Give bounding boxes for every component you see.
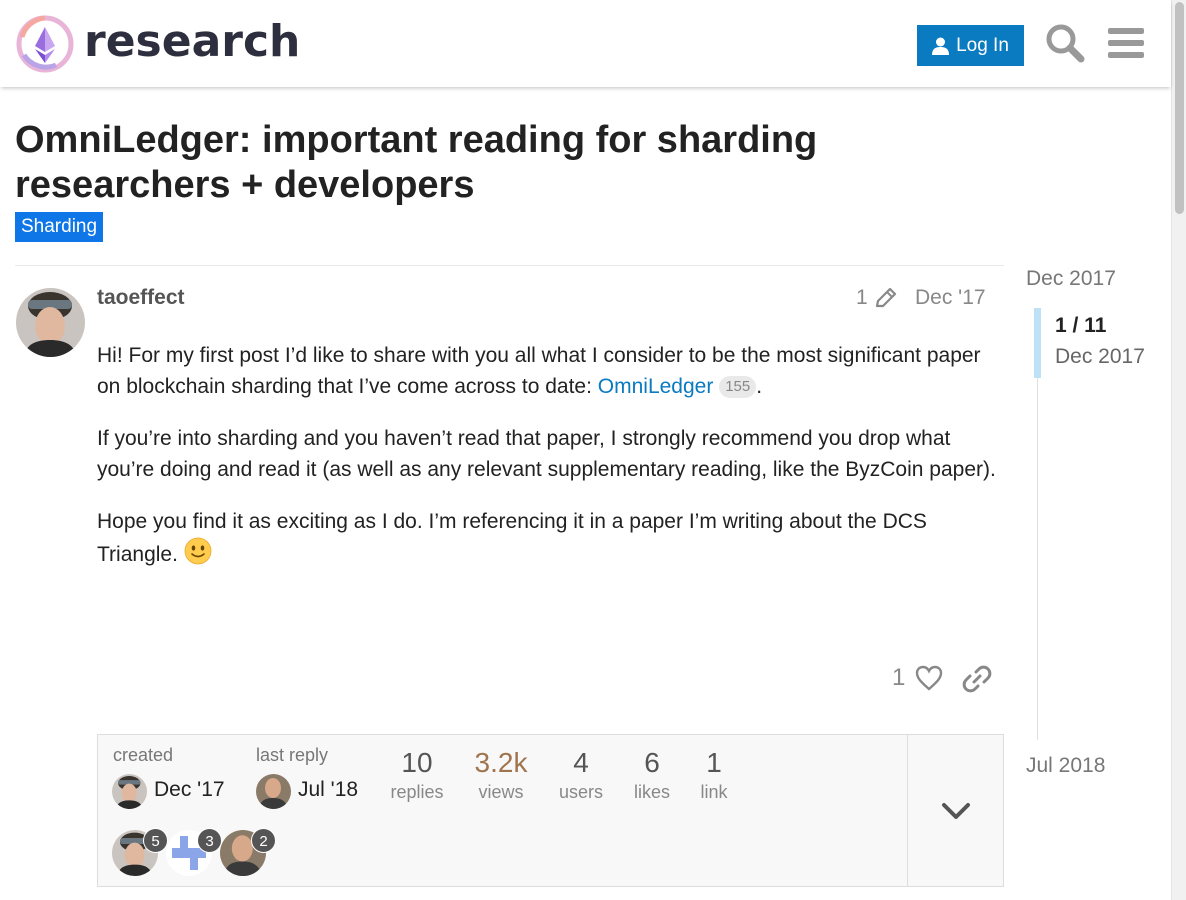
site-header: research Log In <box>0 0 1171 87</box>
category-badge[interactable]: Sharding <box>15 212 104 242</box>
likes-stat: 6 likes <box>630 747 674 805</box>
participant-avatar[interactable]: 5 <box>112 828 168 876</box>
participant-post-count: 3 <box>197 828 222 853</box>
pencil-icon <box>875 287 896 308</box>
login-button[interactable]: Log In <box>917 25 1024 66</box>
logo-text: research <box>84 16 301 67</box>
timeline-start-date[interactable]: Dec 2017 <box>1026 267 1116 291</box>
post-text: . <box>756 375 763 398</box>
views-count: 3.2k <box>474 747 528 778</box>
timeline-end-date[interactable]: Jul 2018 <box>1026 754 1105 778</box>
expand-topic-map-icon[interactable] <box>938 793 974 834</box>
post-paragraph: Hi! For my first post I’d like to share … <box>97 340 997 402</box>
page-scrollbar[interactable] <box>1171 0 1186 900</box>
edit-count: 1 <box>856 286 868 309</box>
scrollbar-thumb[interactable] <box>1175 2 1184 214</box>
participant-avatar[interactable]: 3 <box>166 828 222 876</box>
site-logo[interactable]: research <box>16 15 300 73</box>
search-icon[interactable] <box>1045 22 1085 64</box>
likes-count: 6 <box>644 747 660 778</box>
post-paragraph: Hope you find it as exciting as I do. I’… <box>97 506 997 570</box>
heart-icon <box>916 665 943 691</box>
omniledger-link[interactable]: OmniLedger <box>598 375 714 398</box>
users-label: users <box>558 782 603 802</box>
post-paragraph: If you’re into sharding and you haven’t … <box>97 427 996 481</box>
links-stat: 1 link <box>696 747 732 805</box>
creator-avatar[interactable] <box>112 774 147 809</box>
links-count: 1 <box>706 747 722 778</box>
author-avatar[interactable] <box>16 288 85 357</box>
last-reply-date[interactable]: Jul '18 <box>298 778 358 802</box>
timeline-position-date: Dec 2017 <box>1055 345 1145 368</box>
post-content: Hi! For my first post I’d like to share … <box>97 340 997 591</box>
links-label: link <box>700 782 728 802</box>
login-label: Log In <box>956 34 1009 56</box>
topic-title[interactable]: OmniLedger: important reading for shardi… <box>15 118 915 208</box>
link-click-count: 155 <box>719 376 757 398</box>
replies-stat: 10 replies <box>389 747 445 805</box>
topic-map-divider <box>907 735 908 886</box>
post-text: Hope you find it as exciting as I do. I’… <box>97 510 927 566</box>
like-count: 1 <box>892 664 906 691</box>
ethereum-logo-icon <box>16 15 74 73</box>
participant-post-count: 2 <box>251 828 276 853</box>
title-divider <box>15 265 1004 266</box>
likes-label: likes <box>633 782 670 802</box>
views-label: views <box>478 782 524 802</box>
post-edit-history[interactable]: 1 <box>856 286 898 310</box>
last-replier-avatar[interactable] <box>256 774 291 809</box>
replies-label: replies <box>390 782 444 802</box>
slightly-smiling-face-icon <box>184 537 212 565</box>
created-label: created <box>113 745 174 765</box>
share-link-icon[interactable] <box>962 664 992 699</box>
post-username[interactable]: taoeffect <box>97 286 185 310</box>
hamburger-menu-icon[interactable] <box>1106 22 1146 64</box>
post-date[interactable]: Dec '17 <box>915 286 986 310</box>
replies-count: 10 <box>401 747 433 778</box>
users-stat: 4 users <box>555 747 607 805</box>
post-text: Hi! For my first post I’d like to share … <box>97 344 981 398</box>
created-date: Dec '17 <box>154 778 225 801</box>
views-stat: 3.2k views <box>470 747 532 805</box>
timeline-scroller-handle[interactable] <box>1034 308 1041 378</box>
user-icon <box>932 37 950 55</box>
timeline-position: 1 / 11 <box>1055 314 1107 337</box>
participant-post-count: 5 <box>143 828 168 853</box>
like-button[interactable]: 1 <box>892 664 943 692</box>
participant-avatar[interactable]: 2 <box>220 828 276 876</box>
last-reply-label: last reply <box>256 745 329 765</box>
users-count: 4 <box>573 747 589 778</box>
